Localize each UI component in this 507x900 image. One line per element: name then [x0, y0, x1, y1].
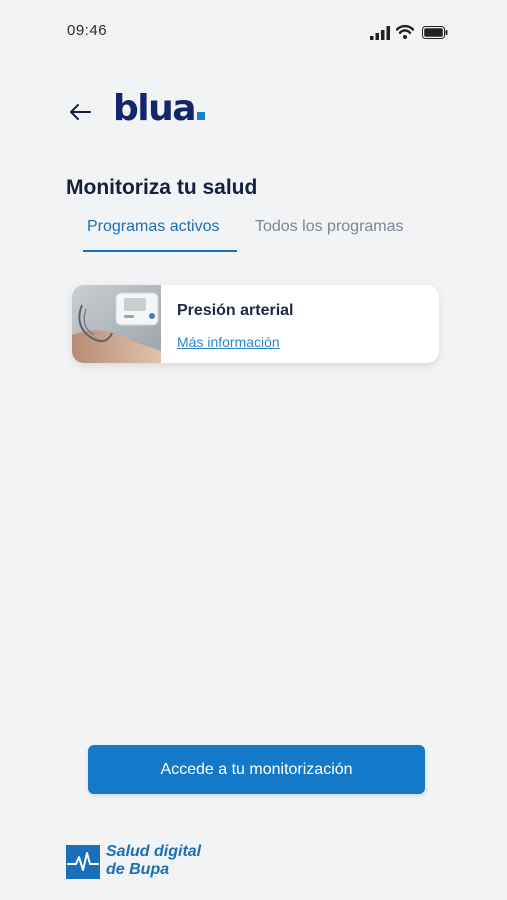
wifi-icon	[396, 24, 414, 39]
more-info-link[interactable]: Más información	[177, 334, 280, 350]
brand-line-2: de Bupa	[106, 861, 170, 878]
brand-line-1: Salud digital	[106, 843, 202, 860]
page-title: Monitoriza tu salud	[66, 176, 258, 199]
active-tab-indicator	[83, 250, 237, 252]
signal-icon	[370, 26, 390, 40]
program-title: Presión arterial	[177, 302, 294, 319]
battery-icon	[422, 26, 448, 39]
access-monitoring-button[interactable]: Accede a tu monitorización	[88, 745, 425, 794]
status-bar: 09:46	[0, 0, 507, 60]
tab-todos-los-programas[interactable]: Todos los programas	[255, 218, 404, 250]
header: blua	[0, 88, 507, 138]
logo-dot	[197, 112, 206, 120]
program-card-presion-arterial[interactable]: Presión arterial Más información	[72, 285, 439, 363]
arrow-left-icon[interactable]	[66, 100, 96, 124]
tab-programas-activos[interactable]: Programas activos	[87, 218, 220, 250]
logo-text: blua	[113, 88, 197, 129]
blua-logo: blua	[113, 88, 206, 129]
heartbeat-icon	[66, 845, 100, 879]
blood-pressure-monitor-photo	[72, 285, 161, 363]
tab-bar: Programas activos Todos los programas	[66, 212, 446, 254]
status-time: 09:46	[67, 22, 108, 39]
